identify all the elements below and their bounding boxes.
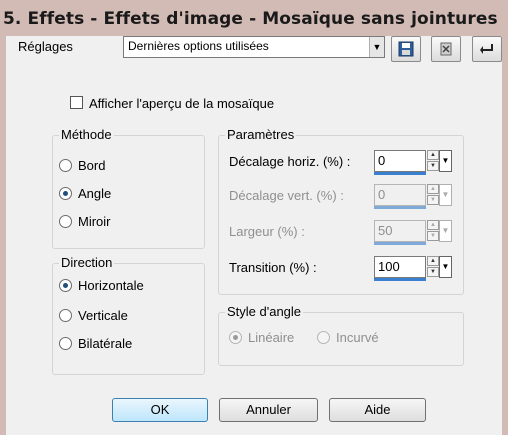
param-label: Décalage vert. (%) :	[229, 188, 344, 203]
radio-button[interactable]	[59, 337, 72, 350]
dialog-body: Réglages Dernières options utilisées ▼ A…	[6, 36, 502, 435]
chevron-down-icon[interactable]: ▼	[369, 37, 384, 57]
spin-slider-bar	[374, 242, 426, 245]
parametres-title: Paramètres	[225, 127, 297, 142]
largeur-input: 50	[374, 220, 426, 242]
decalage-horiz-input[interactable]: 0	[374, 150, 426, 172]
preset-value: Dernières options utilisées	[128, 39, 269, 53]
radio-label: Linéaire	[248, 330, 295, 345]
param-label: Largeur (%) :	[229, 224, 305, 239]
parametres-group: Paramètres Décalage horiz. (%) : 0 ▲ ▼ ▼ …	[218, 127, 464, 295]
transition-spinner[interactable]: 100 ▲ ▼ ▼	[374, 256, 452, 282]
radio-button	[317, 331, 330, 344]
radio-button[interactable]	[59, 187, 72, 200]
direction-title: Direction	[59, 255, 115, 270]
chevron-down-icon: ▼	[439, 184, 452, 206]
radio-label: Verticale	[78, 308, 128, 323]
spin-arrows[interactable]: ▲ ▼	[427, 150, 439, 172]
chevron-down-icon[interactable]: ▼	[439, 150, 452, 172]
decalage-horiz-spinner[interactable]: 0 ▲ ▼ ▼	[374, 150, 452, 176]
down-arrow-icon[interactable]: ▼	[427, 161, 439, 171]
radio-label: Bord	[78, 158, 106, 173]
methode-group: Méthode Bord Angle Miroir	[52, 127, 205, 249]
cancel-button[interactable]: Annuler	[219, 398, 318, 422]
radio-button[interactable]	[59, 279, 72, 292]
decalage-vert-input: 0	[374, 184, 426, 206]
decalage-vert-row: Décalage vert. (%) : 0 ▲ ▼ ▼	[229, 184, 459, 210]
radio-label: Bilatérale	[78, 336, 133, 351]
down-arrow-icon: ▼	[427, 195, 439, 205]
decalage-vert-spinner: 0 ▲ ▼ ▼	[374, 184, 452, 210]
radio-button[interactable]	[59, 159, 72, 172]
preset-dropdown[interactable]: Dernières options utilisées ▼	[123, 36, 385, 58]
largeur-spinner: 50 ▲ ▼ ▼	[374, 220, 452, 246]
radio-label: Horizontale	[78, 278, 144, 293]
reset-icon	[480, 44, 493, 54]
help-button[interactable]: Aide	[329, 398, 426, 422]
chevron-down-icon[interactable]: ▼	[439, 256, 452, 278]
preview-checkbox[interactable]	[70, 96, 83, 109]
preview-checkbox-label: Afficher l'aperçu de la mosaïque	[89, 96, 275, 111]
transition-input[interactable]: 100	[374, 256, 426, 278]
radio-button	[229, 331, 242, 344]
param-label: Transition (%) :	[229, 260, 317, 275]
up-arrow-icon[interactable]: ▲	[427, 256, 439, 266]
methode-title: Méthode	[59, 127, 114, 142]
delete-preset-button[interactable]	[431, 36, 461, 62]
preset-label: Réglages	[18, 39, 73, 54]
spin-arrows[interactable]: ▲ ▼	[427, 256, 439, 278]
up-arrow-icon[interactable]: ▲	[427, 150, 439, 160]
transition-row: Transition (%) : 100 ▲ ▼ ▼	[229, 256, 459, 282]
title-bar: 5. Effets - Effets d'image - Mosaïque sa…	[0, 0, 508, 40]
spin-arrows: ▲ ▼	[427, 220, 439, 242]
radio-button[interactable]	[59, 215, 72, 228]
largeur-row: Largeur (%) : 50 ▲ ▼ ▼	[229, 220, 459, 246]
radio-button[interactable]	[59, 309, 72, 322]
spin-slider-bar	[374, 206, 426, 209]
direction-group: Direction Horizontale Verticale Bilatéra…	[52, 255, 205, 375]
delete-preset-icon	[440, 42, 452, 56]
style-angle-group: Style d'angle Linéaire Incurvé	[218, 304, 464, 366]
preset-row: Réglages Dernières options utilisées ▼	[6, 36, 502, 70]
decalage-horiz-row: Décalage horiz. (%) : 0 ▲ ▼ ▼	[229, 150, 459, 176]
window-title: 5. Effets - Effets d'image - Mosaïque sa…	[3, 9, 498, 29]
down-arrow-icon: ▼	[427, 231, 439, 241]
down-arrow-icon[interactable]: ▼	[427, 267, 439, 277]
save-preset-icon	[398, 41, 414, 57]
up-arrow-icon: ▲	[427, 184, 439, 194]
reset-button[interactable]	[472, 36, 502, 62]
spin-slider-bar[interactable]	[374, 278, 426, 281]
style-angle-title: Style d'angle	[225, 304, 304, 319]
up-arrow-icon: ▲	[427, 220, 439, 230]
param-label: Décalage horiz. (%) :	[229, 154, 351, 169]
spin-slider-bar[interactable]	[374, 172, 426, 175]
save-preset-button[interactable]	[391, 36, 421, 62]
radio-label: Incurvé	[336, 330, 379, 345]
radio-label: Miroir	[78, 214, 111, 229]
spin-arrows: ▲ ▼	[427, 184, 439, 206]
chevron-down-icon: ▼	[439, 220, 452, 242]
radio-label: Angle	[78, 186, 112, 201]
ok-button[interactable]: OK	[112, 398, 208, 422]
